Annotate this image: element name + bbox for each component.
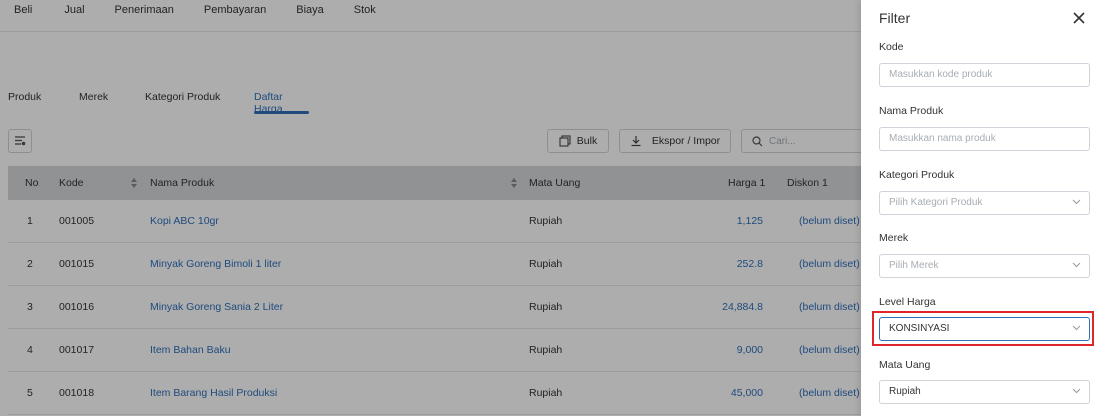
level-harga-label: Level Harga [879,296,936,308]
kategori-produk-placeholder: Pilih Kategori Produk [889,197,983,208]
modal-overlay[interactable] [0,0,861,416]
kode-label: Kode [879,41,904,53]
close-icon[interactable] [1071,10,1087,26]
nama-produk-input[interactable]: Masukkan nama produk [879,127,1090,151]
merek-placeholder: Pilih Merek [889,260,939,271]
filter-title: Filter [879,10,911,26]
merek-label: Merek [879,232,909,244]
mata-uang-select[interactable]: Rupiah [879,380,1090,404]
highlight-box [872,311,1094,346]
chevron-down-icon [1072,262,1081,268]
kategori-produk-select[interactable]: Pilih Kategori Produk [879,191,1090,215]
nama-produk-label: Nama Produk [879,105,944,117]
kode-placeholder: Masukkan kode produk [889,69,993,80]
mata-uang-value: Rupiah [889,386,921,397]
merek-select[interactable]: Pilih Merek [879,254,1090,278]
filter-panel: Filter Kode Masukkan kode produk Nama Pr… [861,0,1105,416]
chevron-down-icon [1072,388,1081,394]
mata-uang-label: Mata Uang [879,359,931,371]
chevron-down-icon [1072,199,1081,205]
kode-input[interactable]: Masukkan kode produk [879,63,1090,87]
nama-produk-placeholder: Masukkan nama produk [889,133,996,144]
kategori-produk-label: Kategori Produk [879,169,955,181]
